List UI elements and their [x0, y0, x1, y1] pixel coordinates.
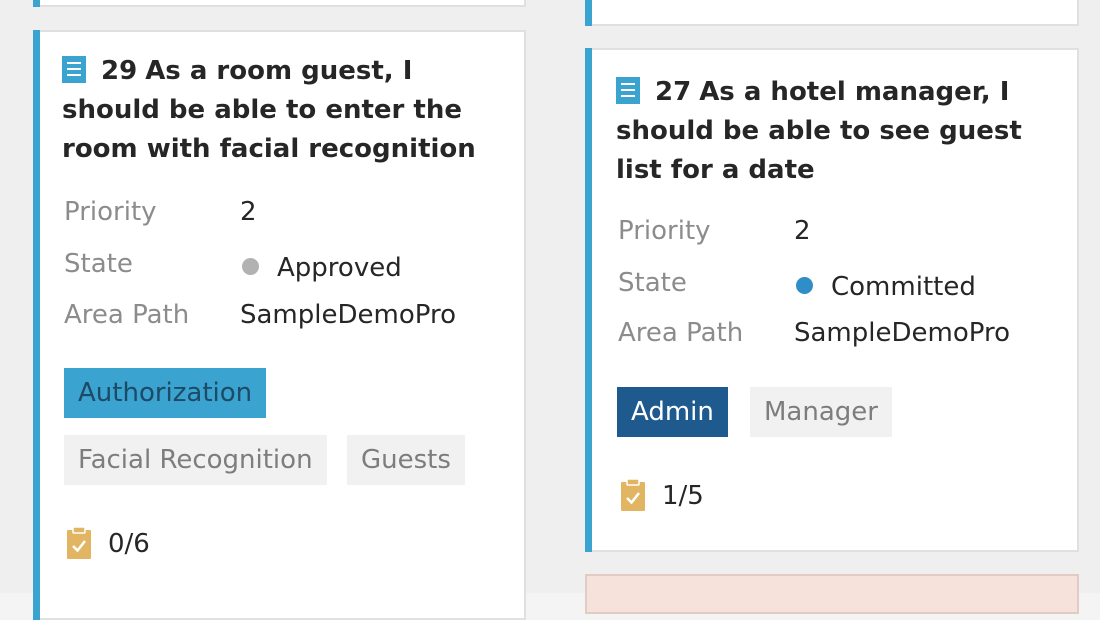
- state-label: State: [64, 249, 133, 279]
- state-dot-icon: [242, 258, 259, 275]
- state-value: Committed: [831, 272, 976, 302]
- card-above-right[interactable]: [585, 0, 1079, 26]
- state-value: Approved: [277, 253, 402, 283]
- tag-manager[interactable]: Manager: [750, 387, 892, 437]
- card-title[interactable]: 27 As a hotel manager, I should be able t…: [616, 73, 1048, 190]
- card-title[interactable]: 29 As a room guest, I should be able to e…: [62, 52, 502, 169]
- card-above-left[interactable]: [33, 0, 526, 7]
- work-item-card-29[interactable]: 29 As a room guest, I should be able to e…: [33, 30, 526, 620]
- state-label: State: [618, 268, 687, 298]
- tag-facial-recognition[interactable]: Facial Recognition: [64, 435, 327, 485]
- board-column-right: 27 As a hotel manager, I should be able t…: [550, 0, 1100, 614]
- tag-authorization[interactable]: Authorization: [64, 368, 267, 418]
- priority-value: 2: [240, 197, 257, 227]
- tag-guests[interactable]: Guests: [347, 435, 465, 485]
- work-item-icon: [616, 77, 640, 104]
- area-path-label: Area Path: [64, 300, 190, 330]
- work-item-icon: [62, 56, 86, 83]
- work-item-id: 27: [655, 77, 692, 107]
- area-path-label: Area Path: [618, 318, 744, 348]
- checklist[interactable]: 0/6: [66, 526, 150, 562]
- work-item-card-27[interactable]: 27 As a hotel manager, I should be able t…: [585, 48, 1079, 552]
- state-dot-icon: [796, 277, 813, 294]
- card-below-right[interactable]: [585, 574, 1079, 614]
- checklist-icon: [621, 478, 645, 511]
- state-value-container: Approved: [242, 253, 402, 283]
- tag-admin[interactable]: Admin: [617, 387, 728, 437]
- work-item-id: 29: [101, 56, 138, 86]
- area-path-value: SampleDemoPro: [794, 318, 1010, 348]
- board-column-left: 29 As a room guest, I should be able to e…: [0, 0, 550, 620]
- checklist-count: 1/5: [662, 481, 704, 511]
- checklist-icon: [67, 526, 91, 559]
- area-path-value: SampleDemoPro: [240, 300, 456, 330]
- checklist-count: 0/6: [108, 529, 150, 559]
- priority-value: 2: [794, 216, 811, 246]
- state-value-container: Committed: [796, 272, 976, 302]
- priority-label: Priority: [64, 197, 157, 227]
- checklist[interactable]: 1/5: [620, 478, 704, 514]
- priority-label: Priority: [618, 216, 711, 246]
